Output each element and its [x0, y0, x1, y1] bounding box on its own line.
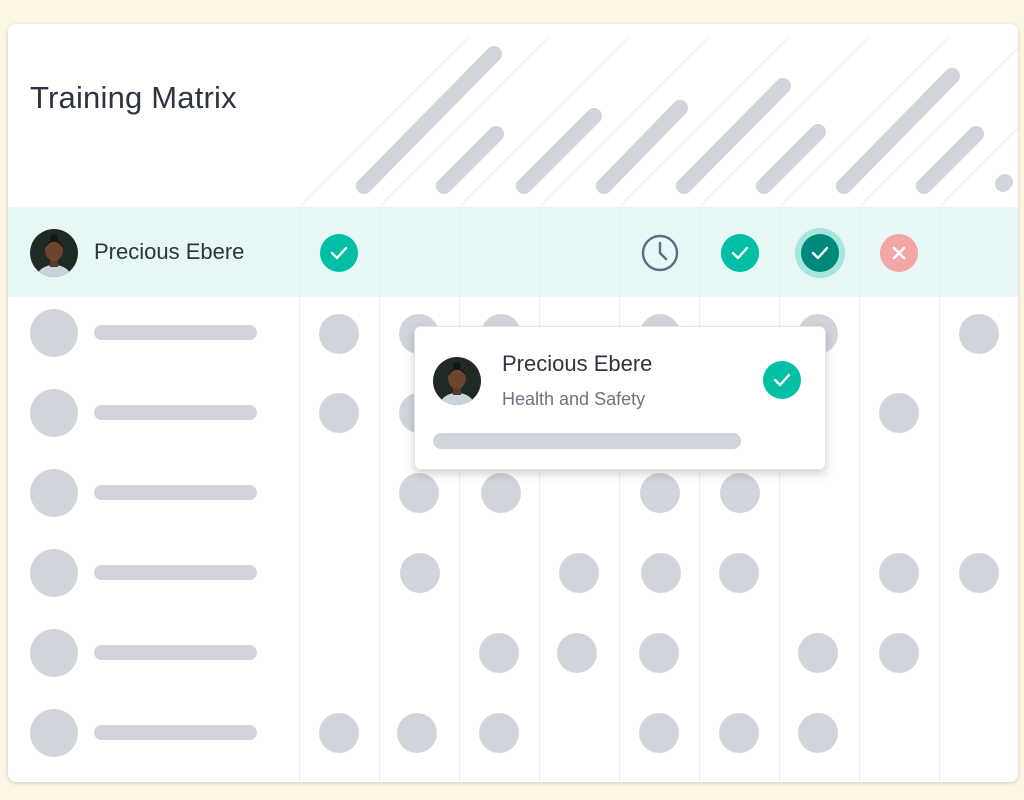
name-placeholder	[94, 325, 257, 340]
column-header-6	[756, 124, 826, 194]
name-placeholder	[94, 405, 257, 420]
training-detail-popup: Precious Ebere Health and Safety	[414, 326, 826, 470]
name-placeholder	[94, 565, 257, 580]
status-dot-placeholder[interactable]	[959, 314, 999, 354]
status-dot-placeholder[interactable]	[719, 713, 759, 753]
status-dot-placeholder[interactable]	[479, 713, 519, 753]
avatar-placeholder	[30, 549, 78, 597]
status-dot-placeholder[interactable]	[319, 713, 359, 753]
name-placeholder	[94, 645, 257, 660]
status-dot-placeholder[interactable]	[879, 553, 919, 593]
column-header-9	[995, 174, 1013, 192]
avatar	[30, 229, 78, 277]
status-dot-placeholder[interactable]	[397, 713, 437, 753]
status-complete-icon[interactable]	[721, 234, 759, 272]
status-dot-placeholder[interactable]	[319, 314, 359, 354]
status-complete-icon[interactable]	[320, 234, 358, 272]
status-dot-placeholder[interactable]	[640, 473, 680, 513]
status-dot-placeholder[interactable]	[399, 473, 439, 513]
column-divider	[299, 207, 300, 782]
employee-name: Precious Ebere	[94, 239, 245, 264]
status-dot-placeholder[interactable]	[798, 713, 838, 753]
status-pending-clock-icon[interactable]	[641, 234, 679, 272]
status-dot-placeholder[interactable]	[639, 713, 679, 753]
column-divider	[939, 207, 940, 782]
column-divider	[379, 207, 380, 782]
column-header-4	[596, 100, 688, 194]
status-dot-placeholder[interactable]	[879, 633, 919, 673]
column-headers	[298, 37, 1018, 208]
popup-status-complete-icon	[763, 361, 801, 399]
column-header-3	[516, 108, 602, 194]
popup-course-name: Health and Safety	[502, 389, 646, 409]
name-placeholder	[94, 485, 257, 500]
column-divider	[779, 207, 780, 782]
status-complete-selected-icon[interactable]	[801, 234, 839, 272]
status-dot-placeholder[interactable]	[559, 553, 599, 593]
status-dot-placeholder[interactable]	[720, 473, 760, 513]
training-matrix-card: Training Matrix Precious Ebere Precious …	[8, 24, 1018, 782]
popup-employee-name: Precious Ebere	[502, 351, 653, 376]
column-divider	[459, 207, 460, 782]
popup-avatar	[433, 357, 481, 405]
avatar-placeholder	[30, 709, 78, 757]
column-divider	[539, 207, 540, 782]
avatar-placeholder	[30, 389, 78, 437]
status-dot-placeholder[interactable]	[641, 553, 681, 593]
status-dot-placeholder[interactable]	[481, 473, 521, 513]
status-dot-placeholder[interactable]	[479, 633, 519, 673]
status-dot-placeholder[interactable]	[719, 553, 759, 593]
status-dot-placeholder[interactable]	[798, 633, 838, 673]
name-placeholder	[94, 725, 257, 740]
status-dot-placeholder[interactable]	[959, 553, 999, 593]
status-dot-placeholder[interactable]	[639, 633, 679, 673]
status-dot-placeholder[interactable]	[319, 393, 359, 433]
status-dot-placeholder[interactable]	[879, 393, 919, 433]
column-divider	[619, 207, 620, 782]
popup-detail-placeholder	[433, 433, 741, 449]
avatar-placeholder	[30, 469, 78, 517]
avatar-placeholder	[30, 629, 78, 677]
column-divider	[699, 207, 700, 782]
column-divider	[859, 207, 860, 782]
avatar-placeholder	[30, 309, 78, 357]
status-dot-placeholder[interactable]	[557, 633, 597, 673]
status-dot-placeholder[interactable]	[400, 553, 440, 593]
status-failed-icon[interactable]	[880, 234, 918, 272]
